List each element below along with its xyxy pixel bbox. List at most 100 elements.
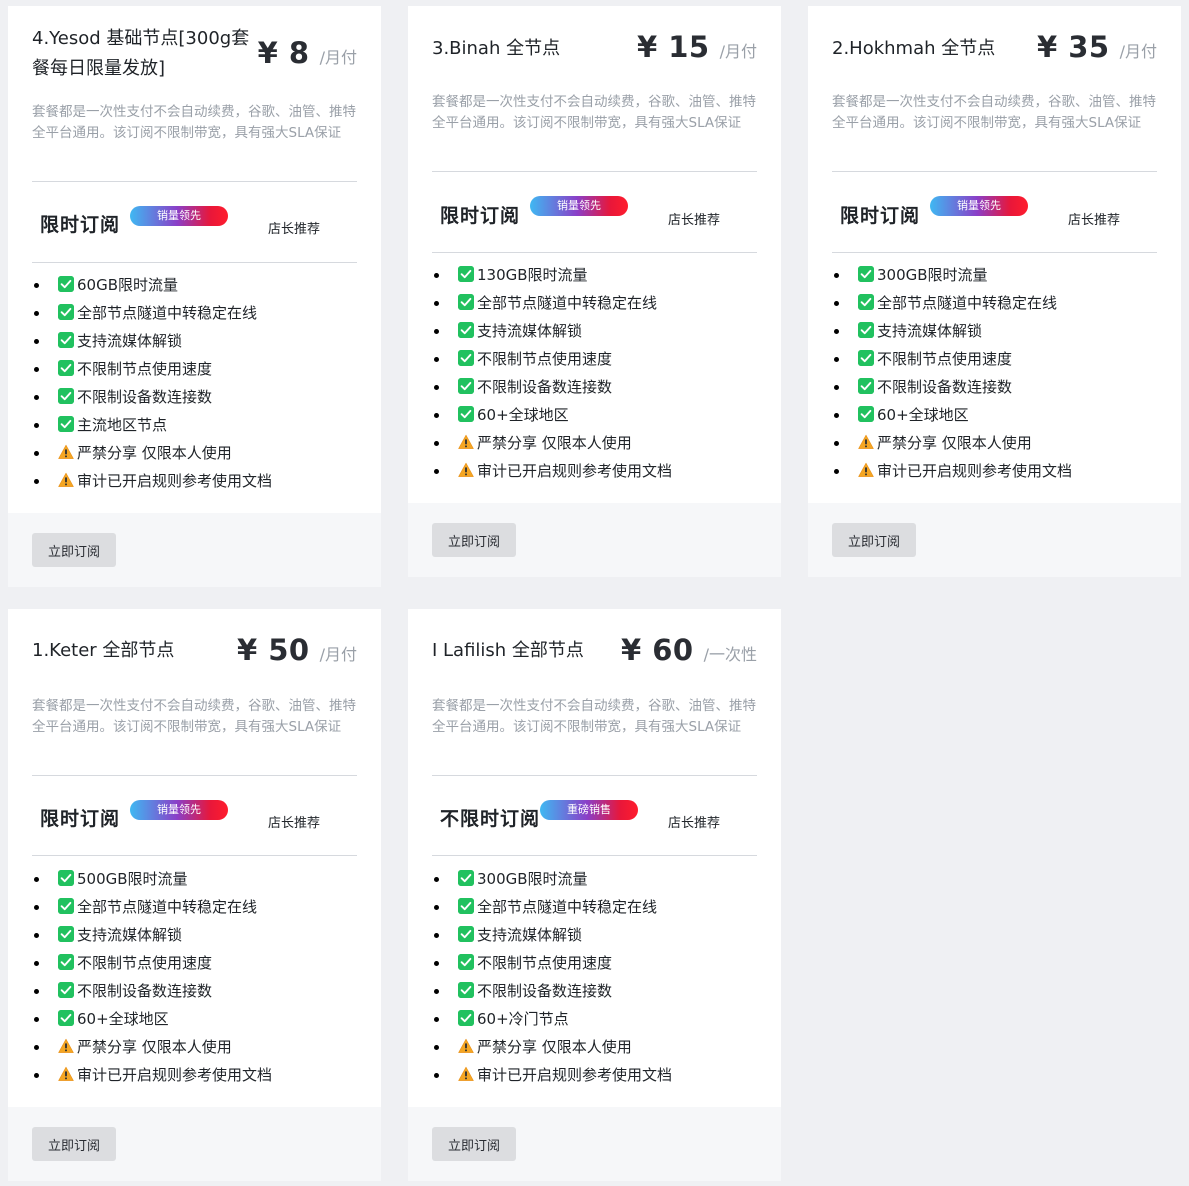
feature-item: 不限制节点使用速度 <box>432 345 771 373</box>
warning-icon <box>458 1038 474 1053</box>
feature-item: 全部节点隧道中转稳定在线 <box>32 299 371 327</box>
feature-text: 严禁分享 仅限本人使用 <box>477 434 632 452</box>
bullet-dot <box>434 1045 439 1050</box>
plan-title: 3.Binah 全节点 <box>432 38 561 59</box>
check-icon <box>58 275 74 292</box>
plan-title: 2.Hokhmah 全节点 <box>832 38 996 59</box>
feature-item: 500GB限时流量 <box>32 865 371 893</box>
check-icon <box>458 925 474 942</box>
check-icon <box>58 869 74 886</box>
bullet-dot <box>34 1073 39 1078</box>
feature-item: 不限制设备数连接数 <box>32 977 371 1005</box>
divider <box>432 252 757 253</box>
promo-label: 不限时订阅 <box>440 808 541 830</box>
feature-item: 严禁分享 仅限本人使用 <box>432 429 771 457</box>
plan-price: ¥ 8 <box>257 36 310 70</box>
feature-text: 全部节点隧道中转稳定在线 <box>477 294 658 312</box>
sales-badge: 销量领先 <box>130 800 228 820</box>
bullet-dot <box>834 329 839 334</box>
bullet-dot <box>34 933 39 938</box>
bullet-dot <box>34 311 39 316</box>
check-icon <box>458 293 474 310</box>
bullet-dot <box>834 273 839 278</box>
recommend-label: 店长推荐 <box>268 816 321 831</box>
warning-icon <box>458 434 474 449</box>
check-icon <box>858 405 874 422</box>
feature-item: 不限制设备数连接数 <box>32 383 371 411</box>
bullet-dot <box>34 1045 39 1050</box>
bullet-dot <box>434 469 439 474</box>
feature-item: 严禁分享 仅限本人使用 <box>32 1033 371 1061</box>
check-icon <box>58 387 74 404</box>
bullet-dot <box>434 1017 439 1022</box>
feature-text: 审计已开启规则参考使用文档 <box>477 462 673 480</box>
plan-price: ¥ 15 <box>636 30 710 64</box>
subscribe-button[interactable]: 立即订阅 <box>832 523 916 557</box>
check-icon <box>858 349 874 366</box>
bullet-dot <box>434 989 439 994</box>
check-icon <box>58 953 74 970</box>
feature-text: 全部节点隧道中转稳定在线 <box>77 898 258 916</box>
feature-item: 不限制节点使用速度 <box>32 949 371 977</box>
check-icon <box>458 897 474 914</box>
feature-text: 支持流媒体解锁 <box>77 332 183 350</box>
subscribe-button[interactable]: 立即订阅 <box>32 533 116 567</box>
feature-text: 严禁分享 仅限本人使用 <box>877 434 1032 452</box>
bullet-dot <box>434 273 439 278</box>
bullet-dot <box>434 933 439 938</box>
bullet-dot <box>34 989 39 994</box>
feature-item: 严禁分享 仅限本人使用 <box>432 1033 771 1061</box>
bullet-dot <box>434 329 439 334</box>
divider <box>832 171 1157 172</box>
divider <box>432 171 757 172</box>
promo-label: 限时订阅 <box>440 205 521 227</box>
bullet-dot <box>34 283 39 288</box>
feature-text: 全部节点隧道中转稳定在线 <box>477 898 658 916</box>
feature-text: 严禁分享 仅限本人使用 <box>477 1038 632 1056</box>
feature-list: 500GB限时流量 全部节点隧道中转稳定在线 支持流媒体解锁 不限制节点使用速度 不限制… <box>32 865 371 1089</box>
sales-badge: 销量领先 <box>130 206 228 226</box>
check-icon <box>58 359 74 376</box>
plan-price-block: ¥ 8 /月付 <box>258 36 357 70</box>
feature-text: 不限制设备数连接数 <box>877 378 1013 396</box>
divider <box>432 855 757 856</box>
plan-description: 套餐都是一次性支付不会自动续费，谷歌、油管、推特全平台通用。该订阅不限制带宽，具… <box>432 94 756 131</box>
subscribe-button[interactable]: 立即订阅 <box>32 1127 116 1161</box>
divider <box>32 855 357 856</box>
plan-price-block: ¥ 15 /月付 <box>637 30 757 64</box>
divider <box>32 181 357 182</box>
card-footer: 立即订阅 <box>8 513 381 587</box>
divider <box>32 262 357 263</box>
feature-text: 主流地区节点 <box>77 416 168 434</box>
plan-description: 套餐都是一次性支付不会自动续费，谷歌、油管、推特全平台通用。该订阅不限制带宽，具… <box>32 104 356 141</box>
feature-text: 支持流媒体解锁 <box>477 926 583 944</box>
check-icon <box>458 981 474 998</box>
check-icon <box>458 265 474 282</box>
recommend-label: 店长推荐 <box>668 816 721 831</box>
plan-title: 1.Keter 全部节点 <box>32 640 175 661</box>
subscribe-button[interactable]: 立即订阅 <box>432 523 516 557</box>
plan-price-block: ¥ 50 /月付 <box>237 633 357 667</box>
feature-item: 审计已开启规则参考使用文档 <box>432 1061 771 1089</box>
plan-price-block: ¥ 60 /一次性 <box>621 633 757 667</box>
feature-text: 审计已开启规则参考使用文档 <box>877 462 1073 480</box>
feature-text: 130GB限时流量 <box>477 266 588 284</box>
check-icon <box>458 377 474 394</box>
bullet-dot <box>434 961 439 966</box>
sales-badge: 销量领先 <box>930 196 1028 216</box>
feature-item: 300GB限时流量 <box>432 865 771 893</box>
card-footer: 立即订阅 <box>408 503 781 577</box>
bullet-dot <box>834 357 839 362</box>
plan-description: 套餐都是一次性支付不会自动续费，谷歌、油管、推特全平台通用。该订阅不限制带宽，具… <box>432 698 756 735</box>
check-icon <box>858 377 874 394</box>
bullet-dot <box>34 961 39 966</box>
bullet-dot <box>834 469 839 474</box>
feature-item: 全部节点隧道中转稳定在线 <box>832 289 1171 317</box>
subscribe-button[interactable]: 立即订阅 <box>432 1127 516 1161</box>
plan-card-yesod: 4.Yesod 基础节点[300g套餐每日限量发放] ¥ 8 /月付 套餐都是一… <box>8 6 381 587</box>
feature-item: 审计已开启规则参考使用文档 <box>432 457 771 485</box>
feature-item: 不限制设备数连接数 <box>432 373 771 401</box>
warning-icon <box>58 444 74 459</box>
bullet-dot <box>834 413 839 418</box>
warning-icon <box>458 462 474 477</box>
